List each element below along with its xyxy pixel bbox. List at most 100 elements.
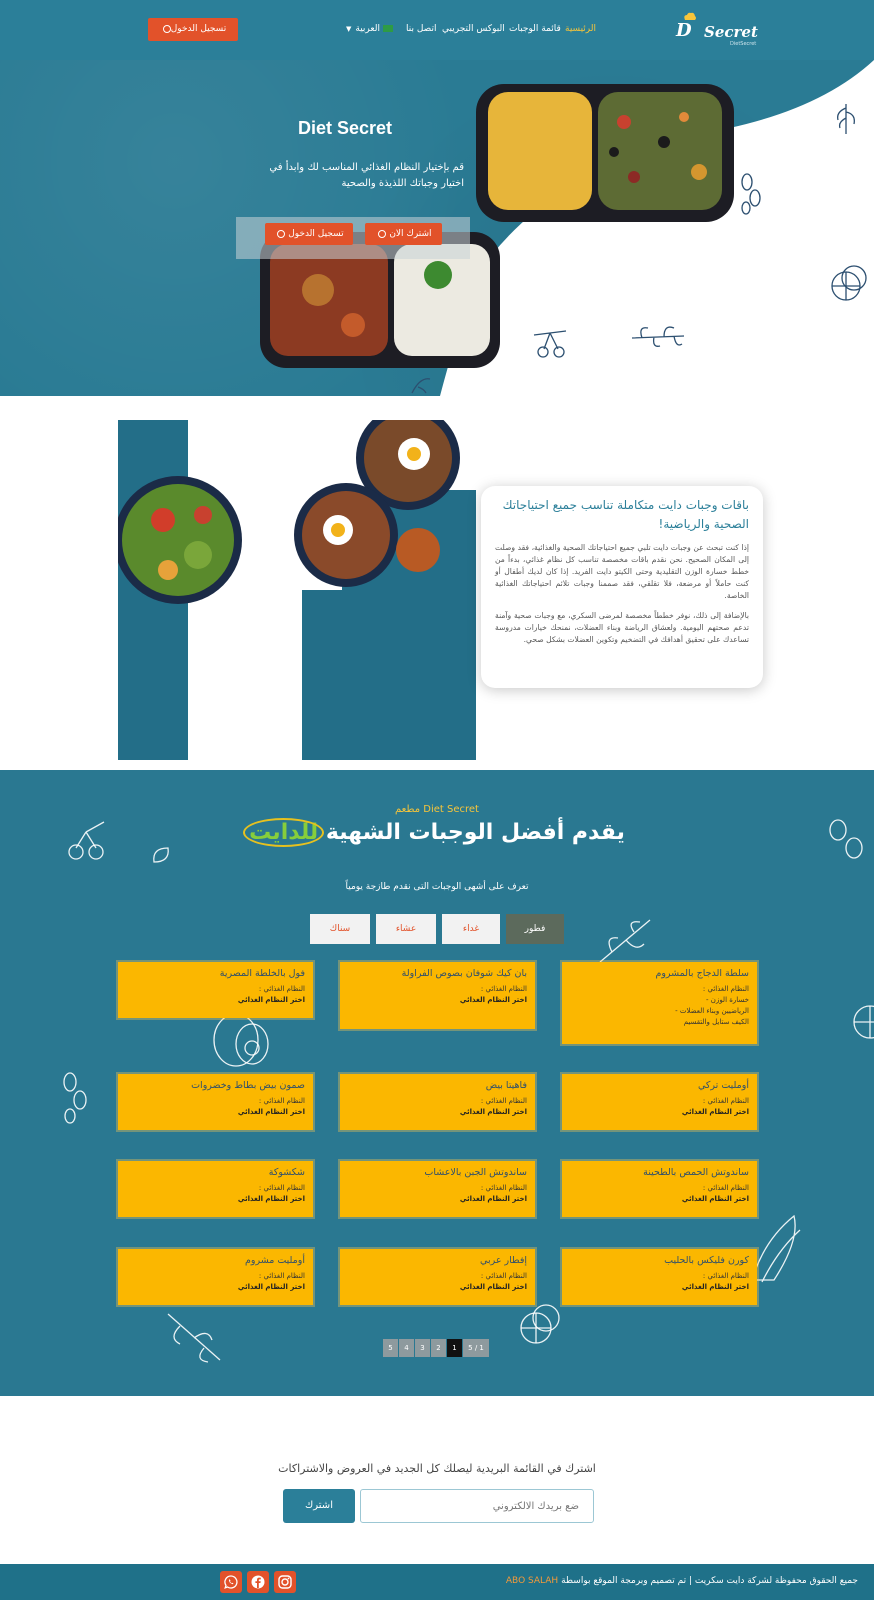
menu-kicker: مطعم Diet Secret [395, 804, 479, 815]
nav-menu-list[interactable]: قائمة الوجبات [509, 24, 561, 34]
meal-box-image-top [476, 84, 734, 222]
header-login-button[interactable]: تسجيل الدخول [148, 18, 238, 41]
pager-status: 5 / 1 [463, 1339, 489, 1357]
lemon-doodle-icon [831, 265, 867, 301]
check-circle-icon [162, 24, 171, 33]
choose-plan-link[interactable]: اختر النظام الغذائي [126, 1194, 305, 1205]
meal-name: بان كيك شوفان بصوص الفراولة [401, 968, 527, 979]
menu-section: مطعم Diet Secret يقدم أفضل الوجبات الشهي… [0, 770, 874, 1396]
menu-title-text: يقدم أفضل الوجبات الشهية [318, 820, 625, 845]
meal-card[interactable]: كورن فليكس بالحليب النظام الغذائي : اختر… [562, 1249, 757, 1305]
choose-plan-link[interactable]: اختر النظام الغذائي [570, 1282, 749, 1293]
tab-lunch[interactable]: غداء [442, 914, 500, 944]
choose-plan-link[interactable]: اختر النظام الغذائي [348, 1282, 527, 1293]
pager-page-1[interactable]: 1 [447, 1339, 462, 1357]
lemon-doodle-icon [520, 1304, 560, 1344]
site-header: D Secret DietSecret الرئيسية قائمة الوجب… [0, 0, 874, 60]
meal-card[interactable]: ساندوتش الحمص بالطحينة النظام الغذائي : … [562, 1161, 757, 1217]
whatsapp-icon[interactable] [220, 1571, 242, 1593]
subscribe-button[interactable]: اشترك [283, 1489, 355, 1523]
check-circle-icon [277, 229, 286, 238]
facebook-icon[interactable] [247, 1571, 269, 1593]
meal-card[interactable]: ساندوتش الجبن بالاعشاب النظام الغذائي : … [340, 1161, 535, 1217]
logo-subtext: DietSecret [730, 41, 757, 47]
choose-plan-link[interactable]: اختر النظام الغذائي [126, 1282, 305, 1293]
meal-card[interactable]: أومليت مشروم النظام الغذائي : اختر النظا… [118, 1249, 313, 1305]
meal-card[interactable]: صمون بيض بطاط وخضروات النظام الغذائي : ا… [118, 1074, 313, 1130]
hero-title: Diet Secret [298, 118, 393, 138]
meal-name: فول بالخلطة المصرية [219, 968, 305, 979]
choose-plan-link[interactable]: اختر النظام الغذائي [348, 1107, 527, 1118]
instagram-icon[interactable] [274, 1571, 296, 1593]
herb-doodle-icon [167, 1313, 221, 1363]
choose-plan-link[interactable]: اختر النظام الغذائي [570, 1194, 749, 1205]
chevron-down-icon: ▼ [346, 25, 352, 33]
about-paragraph-1: إذا كنت تبحث عن وجبات دايت تلبي جميع احت… [495, 543, 749, 600]
choose-plan-link[interactable]: اختر النظام الغذائي [348, 995, 527, 1006]
choose-plan-link[interactable]: اختر النظام الغذائي [348, 1194, 527, 1205]
meal-name: أومليت تركي [697, 1080, 749, 1091]
beans-doodle-icon [63, 1072, 87, 1124]
about-paragraph-2: بالإضافة إلى ذلك، نوفر خططاً مخصصة لمرضى… [495, 611, 749, 644]
nav-home[interactable]: الرئيسية [565, 24, 596, 34]
nav-contact[interactable]: اتصل بنا [406, 24, 436, 34]
newsletter-text: اشترك في القائمة البريدية ليصلك كل الجدي… [278, 1462, 596, 1475]
logo-text: Secret [704, 23, 758, 41]
menu-title-highlight: للدايت [249, 820, 319, 845]
about-title: باقات وجبات دايت متكاملة تناسب جميع احتي… [502, 498, 749, 531]
meal-card[interactable]: أومليت تركي النظام الغذائي : اختر النظام… [562, 1074, 757, 1130]
meal-card[interactable]: بان كيك شوفان بصوص الفراولة النظام الغذا… [340, 962, 535, 1029]
pager-page-2[interactable]: 2 [431, 1339, 446, 1357]
meal-card[interactable]: فول بالخلطة المصرية النظام الغذائي : اخت… [118, 962, 313, 1018]
site-footer: جميع الحقوق محفوظة لشركة دايت سكريت | تم… [0, 1564, 874, 1600]
meal-name: أومليت مشروم [245, 1255, 305, 1266]
language-label: العربية [355, 24, 380, 34]
tab-breakfast[interactable]: فطور [506, 914, 564, 944]
meal-name: إفطار عربي [480, 1255, 527, 1266]
meal-card[interactable]: إفطار عربي النظام الغذائي : اختر النظام … [340, 1249, 535, 1305]
tab-snack[interactable]: سناك [310, 914, 370, 944]
pager-page-4[interactable]: 4 [399, 1339, 414, 1357]
hero-section: Diet Secret قم بإختيار النظام الغذائي ال… [0, 60, 874, 396]
hero-subtitle: قم بإختيار النظام الغذائي المناسب لك واب… [269, 162, 464, 189]
logo-mark: D [676, 20, 692, 41]
pager-page-5[interactable]: 5 [383, 1339, 398, 1357]
meal-name: صمون بيض بطاط وخضروات [191, 1080, 305, 1091]
meal-name: شكشوكة [268, 1167, 305, 1178]
flag-icon [383, 25, 393, 32]
nav-trial-box[interactable]: البوكس التجريبي [442, 24, 505, 34]
meal-name: ساندوتش الحمص بالطحينة [643, 1167, 749, 1178]
meal-name: فاهيتا بيض [485, 1080, 527, 1091]
menu-title: يقدم أفضل الوجبات الشهية للدايت [0, 820, 874, 845]
meal-card[interactable]: فاهيتا بيض النظام الغذائي : اختر النظام … [340, 1074, 535, 1130]
herb-doodle-icon [631, 326, 685, 347]
meal-card[interactable]: شكشوكة النظام الغذائي : اختر النظام الغذ… [118, 1161, 313, 1217]
about-collage-image [118, 420, 476, 760]
meal-name: سلطة الدجاج بالمشروم [655, 968, 749, 979]
about-card: باقات وجبات دايت متكاملة تناسب جميع احتي… [481, 486, 763, 688]
beans-doodle-icon [741, 173, 761, 215]
about-section: باقات وجبات دايت متكاملة تناسب جميع احتي… [0, 396, 874, 770]
hero-join-button[interactable]: اشترك الان [365, 223, 442, 245]
leaf-doodle-icon [837, 104, 855, 134]
developer-link[interactable]: ABO SALAH [506, 1576, 558, 1586]
pager-page-3[interactable]: 3 [415, 1339, 430, 1357]
menu-subtitle: تعرف على أشهى الوجبات التى نقدم طازجة يو… [345, 882, 529, 892]
email-field[interactable] [360, 1489, 594, 1523]
chef-hat-icon [684, 12, 696, 20]
leaf-doodle-icon [153, 847, 169, 863]
language-dropdown[interactable]: ▼ العربية [346, 24, 396, 34]
choose-plan-link[interactable]: اختر النظام الغذائي [126, 1107, 305, 1118]
choose-plan-link[interactable]: اختر النظام الغذائي [570, 1107, 749, 1118]
tab-dinner[interactable]: عشاء [376, 914, 436, 944]
cherry-doodle-icon [533, 330, 567, 358]
meal-name: كورن فليكس بالحليب [664, 1255, 749, 1266]
meal-name: ساندوتش الجبن بالاعشاب [424, 1167, 527, 1178]
meal-card[interactable]: سلطة الدجاج بالمشروم النظام الغذائي : خس… [562, 962, 757, 1044]
hero-login-button[interactable]: تسجيل الدخول [265, 223, 353, 245]
herb-doodle-icon [599, 919, 651, 963]
check-circle-icon [378, 229, 387, 238]
sprig-doodle-icon [411, 378, 431, 394]
choose-plan-link[interactable]: اختر النظام الغذائي [126, 995, 305, 1006]
orange-doodle-icon [853, 1005, 874, 1039]
